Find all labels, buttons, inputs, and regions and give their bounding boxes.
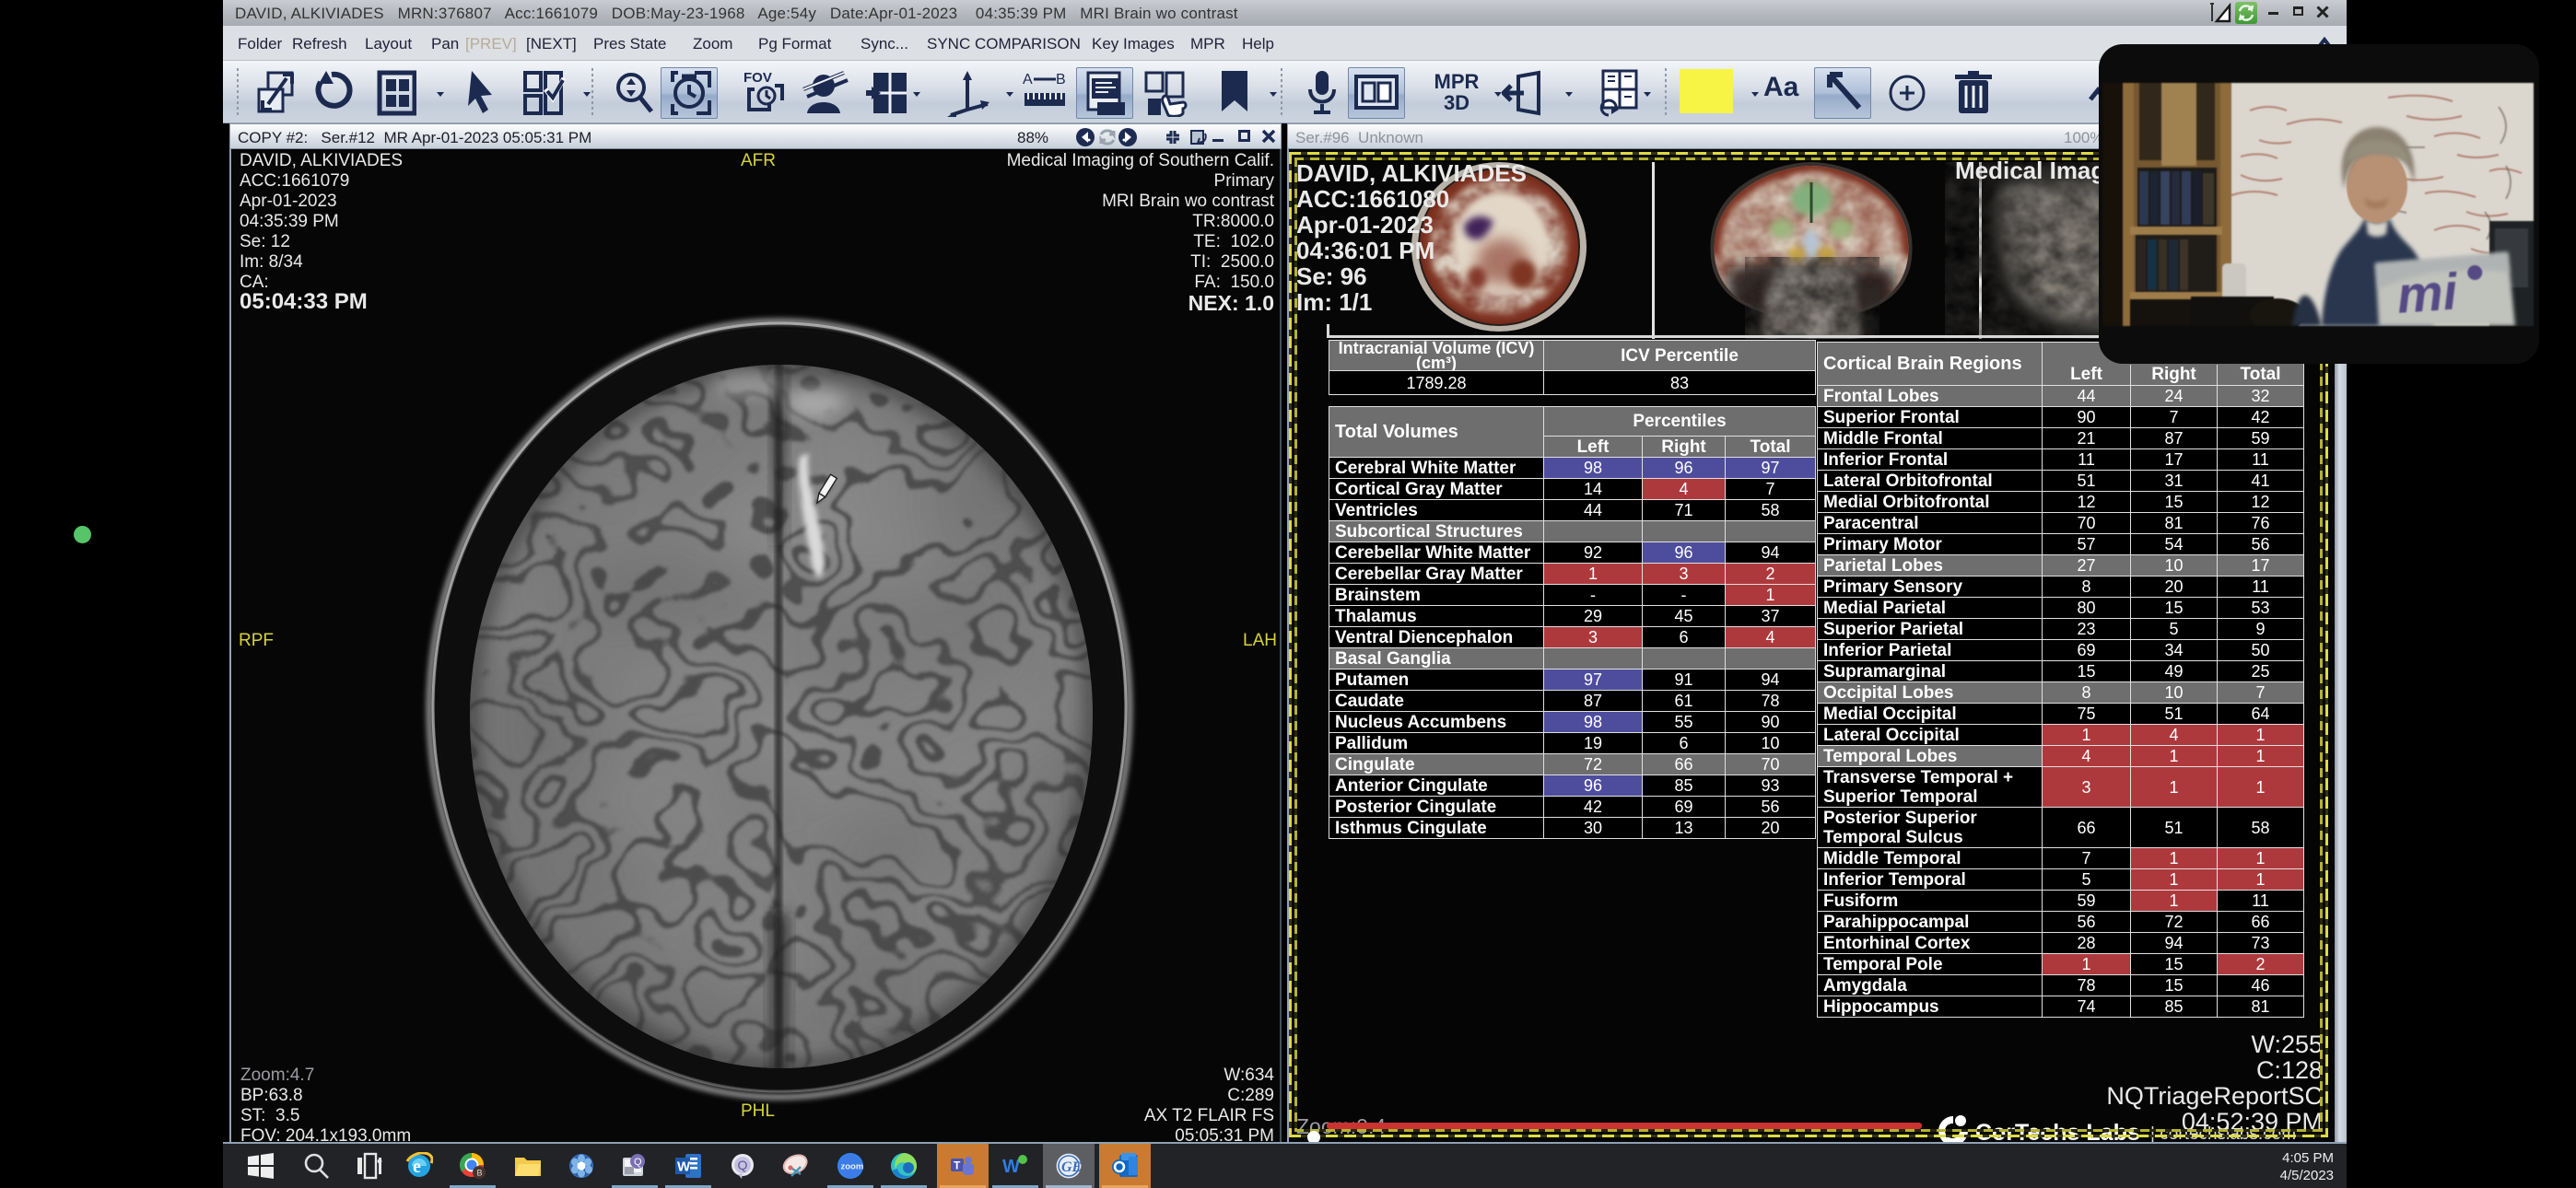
svg-text:B: B (1056, 72, 1066, 87)
svg-text:e: e (413, 1157, 421, 1177)
svg-text:zoom: zoom (841, 1162, 864, 1172)
svg-text:B: B (477, 1169, 483, 1178)
svg-text:Q: Q (738, 1158, 748, 1172)
svg-text:W: W (1002, 1157, 1020, 1177)
svg-text:W: W (677, 1159, 691, 1175)
svg-text:FOV: FOV (744, 70, 772, 86)
svg-text:T: T (954, 1159, 961, 1172)
svg-text:Q: Q (634, 1157, 642, 1168)
svg-text:A: A (1023, 72, 1033, 87)
svg-text:GE: GE (1061, 1159, 1082, 1175)
